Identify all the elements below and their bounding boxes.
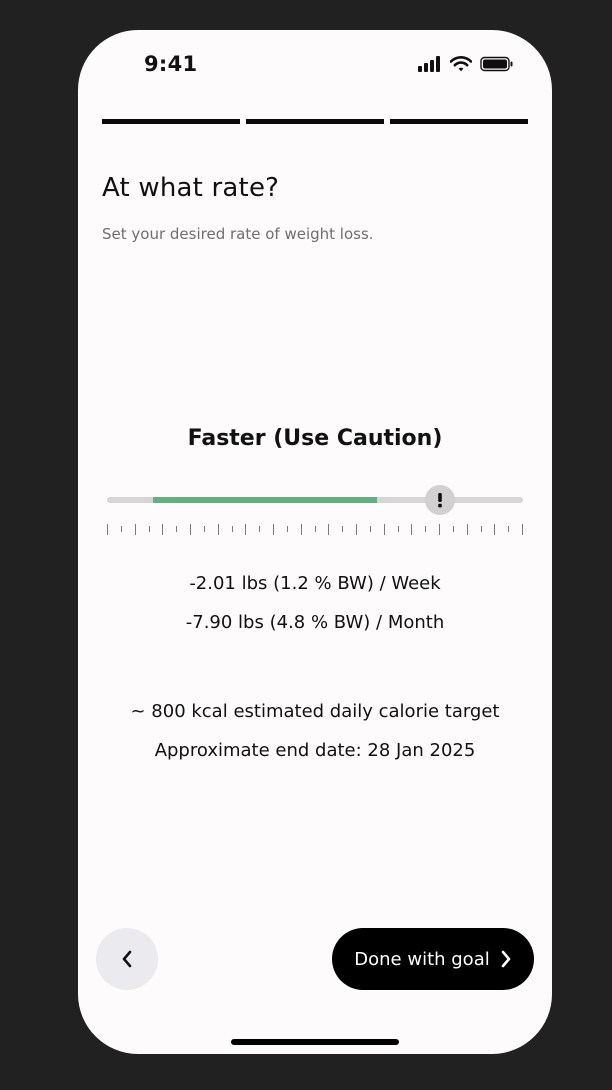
chevron-left-icon	[122, 950, 132, 968]
status-bar: 9:41	[78, 30, 552, 100]
slider-tick	[259, 526, 261, 532]
slider-tick	[134, 524, 136, 535]
slider-tick	[176, 526, 178, 532]
slider-tick	[466, 524, 468, 535]
slider-tick	[494, 524, 496, 535]
calorie-target-text: ~ 800 kcal estimated daily calorie targe…	[130, 701, 500, 722]
slider-tick	[162, 524, 164, 535]
weekly-rate-text: -2.01 lbs (1.2 % BW) / Week	[189, 573, 441, 594]
phone-screen: 9:41 At what rate? Set your desired rate…	[78, 30, 552, 1054]
slider-tick	[522, 524, 523, 535]
wifi-icon	[450, 56, 472, 72]
slider-tick	[107, 524, 108, 535]
slider-tick	[217, 524, 219, 535]
slider-tick	[439, 524, 440, 535]
slider-tick	[148, 526, 150, 532]
slider-tick	[231, 526, 233, 532]
slider-tick	[383, 524, 385, 535]
rate-label: Faster (Use Caution)	[187, 426, 443, 451]
slider-tick	[356, 524, 357, 535]
slider-tick	[286, 526, 288, 532]
slider-recommended-range	[152, 497, 378, 503]
slider-tick	[190, 524, 191, 535]
progress-segment	[246, 119, 384, 124]
slider-tick	[300, 524, 302, 535]
step-progress	[102, 119, 528, 124]
slider-tick	[314, 526, 316, 532]
back-button[interactable]	[96, 928, 158, 990]
home-indicator	[231, 1039, 399, 1045]
slider-tick	[397, 526, 399, 532]
slider-tick	[508, 526, 510, 532]
slider-tick	[120, 526, 122, 532]
status-icons	[418, 56, 514, 72]
signal-icon	[418, 56, 440, 72]
end-date-text: Approximate end date: 28 Jan 2025	[154, 740, 476, 761]
slider-tick	[452, 526, 454, 532]
progress-segment	[102, 119, 240, 124]
slider-tick	[245, 524, 247, 535]
done-with-goal-button[interactable]: Done with goal	[332, 928, 534, 990]
status-time: 9:41	[144, 52, 198, 76]
progress-segment	[390, 119, 528, 124]
slider-tick	[411, 524, 413, 535]
slider-tick	[480, 526, 482, 532]
page-subtitle: Set your desired rate of weight loss.	[102, 225, 374, 243]
slider-thumb[interactable]	[424, 485, 455, 515]
battery-icon	[480, 56, 513, 72]
monthly-rate-text: -7.90 lbs (4.8 % BW) / Month	[185, 612, 445, 633]
slider-tick	[369, 526, 371, 532]
slider-ticks	[107, 523, 523, 537]
chevron-right-icon	[501, 950, 511, 968]
slider-tick	[203, 526, 205, 532]
slider-tick	[342, 526, 344, 532]
warning-exclamation-icon	[437, 493, 442, 508]
rate-slider[interactable]	[107, 482, 523, 522]
slider-tick	[273, 524, 274, 535]
slider-tick	[425, 526, 427, 532]
done-button-label: Done with goal	[354, 948, 490, 970]
page-title: At what rate?	[102, 173, 280, 203]
slider-tick	[328, 524, 330, 535]
